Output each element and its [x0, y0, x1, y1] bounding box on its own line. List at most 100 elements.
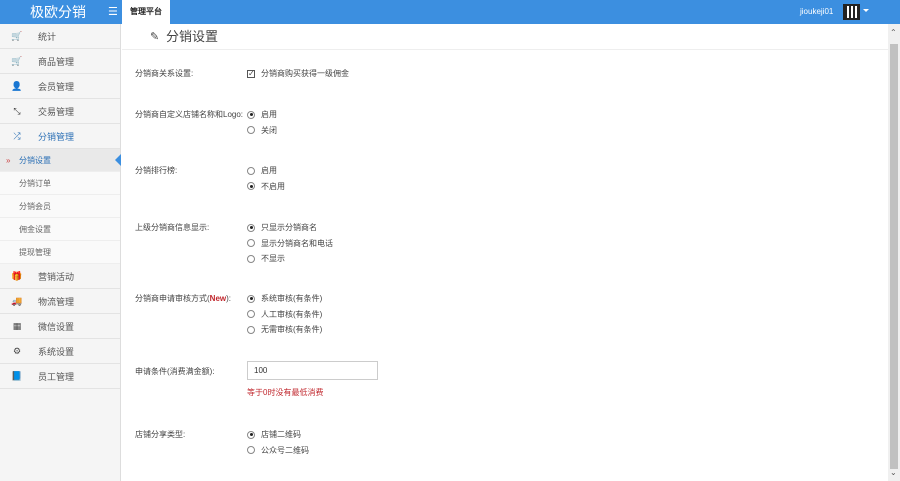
sidebar-item-label: 物流管理	[38, 296, 75, 307]
tab-management-platform[interactable]: 管理平台	[122, 0, 170, 24]
sidebar-item-label: 员工管理	[38, 371, 75, 382]
sidebar-subitem[interactable]: 提现管理	[0, 241, 120, 264]
top-bar: 极欧分销 ☰ 管理平台 jioukeji01	[0, 0, 900, 24]
radio-option[interactable]: 人工审核(有条件)	[247, 309, 322, 320]
sidebar-item-label: 微信设置	[38, 321, 75, 332]
radio-icon[interactable]	[247, 239, 255, 247]
sidebar-item[interactable]: ▦ 微信设置	[0, 314, 120, 339]
cart-icon: 🛒	[11, 30, 23, 41]
radio-option[interactable]: 系统审核(有条件)	[247, 293, 322, 304]
sidebar-subitem[interactable]: 分销订单	[0, 172, 120, 195]
gift-icon: 🎁	[11, 270, 23, 281]
radio-icon[interactable]	[247, 294, 255, 303]
radio-icon[interactable]	[247, 430, 255, 439]
qrcode-icon: ▦	[12, 320, 22, 331]
radio-label: 店铺二维码	[261, 430, 301, 439]
truck-icon: 🚚	[11, 295, 23, 306]
radio-label: 公众号二维码	[261, 445, 309, 455]
audit-label: 分销商申请审核方式(New):	[135, 293, 231, 304]
radio-icon[interactable]	[247, 325, 255, 334]
rank-label: 分销排行榜:	[135, 166, 178, 175]
audit-label-text: 分销商申请审核方式(	[135, 294, 210, 303]
radio-label: 系统审核(有条件)	[261, 294, 323, 303]
checkbox-label: 分销商购买获得一级佣金	[261, 69, 349, 78]
username[interactable]: jioukeji01	[800, 0, 833, 24]
custom-label: 分销商自定义店铺名称和Logo:	[135, 110, 244, 119]
scroll-up-icon[interactable]: ⌃	[890, 28, 897, 37]
sidebar-item[interactable]: 🛒 商品管理	[0, 49, 120, 74]
sidebar-item[interactable]: 📘 员工管理	[0, 364, 120, 389]
sidebar-item-label: 统计	[38, 31, 57, 42]
page-title: 分销设置	[166, 29, 219, 44]
book-icon: 📘	[11, 370, 23, 381]
radio-option[interactable]: 启用	[247, 165, 277, 176]
scrollbar[interactable]: ⌃ ⌄	[888, 24, 900, 481]
radio-option[interactable]: 公众号二维码	[247, 445, 309, 456]
radio-label: 只显示分销商名	[261, 223, 317, 232]
page-header: ✎ 分销设置	[122, 24, 888, 50]
radio-icon[interactable]	[247, 126, 255, 134]
sidebar-item[interactable]: ⤡ 交易管理	[0, 99, 120, 124]
radio-label: 显示分销商名和电话	[261, 238, 333, 248]
radio-option[interactable]: 启用	[247, 109, 277, 120]
audit-label-end: ):	[226, 294, 232, 303]
sidebar-item[interactable]: ⚙ 系统设置	[0, 339, 120, 364]
sidebar-item-label: 会员管理	[38, 81, 75, 92]
sidebar-item-label: 营销活动	[38, 271, 75, 282]
radio-option[interactable]: 显示分销商名和电话	[247, 238, 333, 249]
menu-toggle-icon[interactable]: ☰	[108, 5, 118, 18]
qrcode-avatar-icon[interactable]	[843, 4, 860, 20]
radio-label: 启用	[261, 110, 277, 119]
radio-label: 不启用	[261, 181, 285, 191]
condition-amount-input[interactable]: 100	[247, 361, 378, 380]
condition-hint: 等于0时没有最低消费	[247, 388, 324, 397]
checkbox-checked-icon[interactable]: ✓	[247, 69, 255, 78]
new-badge: New	[209, 294, 227, 303]
share-type-label: 店铺分享类型:	[135, 430, 186, 439]
sidebar-item-label: 交易管理	[38, 106, 75, 117]
radio-option[interactable]: 不显示	[247, 253, 285, 264]
radio-option[interactable]: 不启用	[247, 181, 285, 192]
sidebar-item[interactable]: 🛒 统计	[0, 24, 120, 49]
radio-label: 关闭	[261, 125, 277, 135]
radio-option[interactable]: 关闭	[247, 125, 277, 136]
sidebar-item[interactable]: 👤 会员管理	[0, 74, 120, 99]
scroll-down-icon[interactable]: ⌄	[890, 468, 897, 477]
radio-icon[interactable]	[247, 446, 255, 454]
scrollbar-thumb[interactable]	[890, 44, 898, 469]
radio-icon[interactable]	[247, 223, 255, 232]
parent-info-label: 上级分销商信息显示:	[135, 223, 210, 232]
radio-label: 无需审核(有条件)	[261, 325, 323, 334]
gear-icon: ⚙	[12, 345, 22, 356]
relation-label: 分销商关系设置:	[135, 69, 194, 78]
sidebar-subitem[interactable]: 分销会员	[0, 195, 120, 218]
radio-label: 启用	[261, 166, 277, 175]
radio-option[interactable]: 店铺二维码	[247, 429, 301, 440]
radio-icon[interactable]	[247, 110, 255, 119]
shuffle-icon: ⤮	[13, 130, 21, 141]
sidebar-item-label: 系统设置	[38, 346, 75, 357]
brand-logo[interactable]: 极欧分销	[0, 0, 121, 24]
radio-option[interactable]: 只显示分销商名	[247, 222, 317, 233]
sidebar-subitem[interactable]: 佣金设置	[0, 218, 120, 241]
sidebar-item-label: 商品管理	[38, 56, 75, 67]
sidebar: 🛒 统计 🛒 商品管理 👤 会员管理 ⤡ 交易管理 ⤮ 分销管理分销设置分销订单分销会员佣金设置提…	[0, 24, 121, 481]
cart-icon: 🛒	[11, 55, 23, 66]
radio-icon[interactable]	[247, 254, 255, 263]
radio-label: 人工审核(有条件)	[261, 309, 323, 319]
sidebar-subitem[interactable]: 分销设置	[0, 149, 121, 172]
radio-option[interactable]: 无需审核(有条件)	[247, 324, 322, 335]
compress-icon: ⤡	[13, 105, 21, 116]
radio-icon[interactable]	[247, 166, 255, 175]
sidebar-item[interactable]: 🚚 物流管理	[0, 289, 120, 314]
user-icon: 👤	[11, 80, 23, 91]
sidebar-item-label: 分销管理	[38, 131, 75, 142]
sidebar-item[interactable]: ⤮ 分销管理	[0, 124, 120, 149]
relation-checkbox[interactable]: ✓ 分销商购买获得一级佣金	[247, 68, 349, 79]
sidebar-item[interactable]: 🎁 营销活动	[0, 264, 120, 289]
radio-icon[interactable]	[247, 182, 255, 190]
radio-icon[interactable]	[247, 310, 255, 318]
caret-down-icon[interactable]	[863, 9, 869, 15]
edit-icon: ✎	[150, 31, 160, 43]
radio-label: 不显示	[261, 254, 285, 263]
